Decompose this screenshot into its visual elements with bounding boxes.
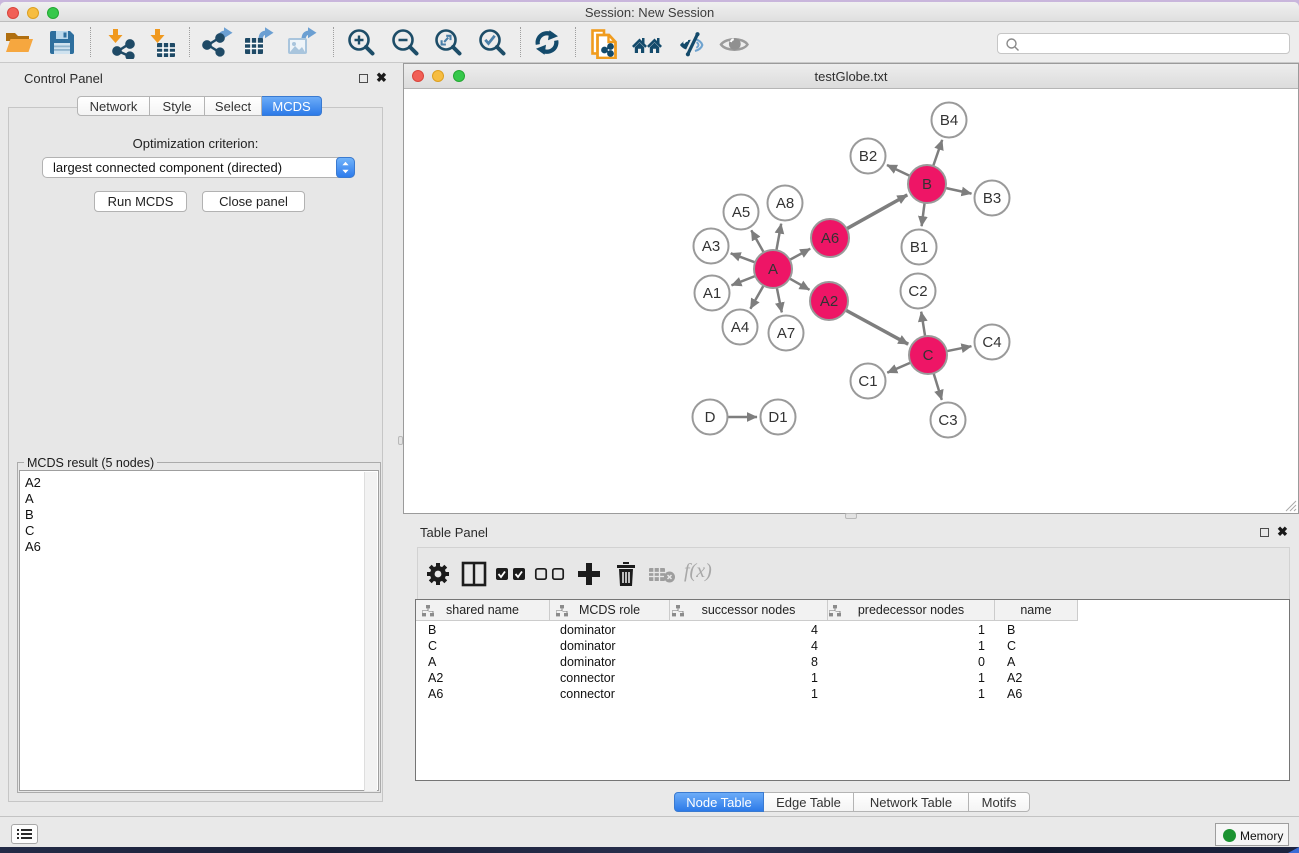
svg-text:A7: A7 (777, 325, 795, 342)
svg-text:A1: A1 (703, 285, 721, 302)
svg-text:C2: C2 (908, 283, 927, 300)
svg-text:C4: C4 (982, 334, 1001, 351)
svg-text:A5: A5 (732, 204, 750, 221)
svg-text:B3: B3 (983, 190, 1001, 207)
svg-text:A2: A2 (820, 293, 838, 310)
svg-text:B1: B1 (910, 239, 928, 256)
svg-text:A6: A6 (821, 230, 839, 247)
svg-text:A: A (768, 261, 778, 278)
svg-text:B4: B4 (940, 112, 958, 129)
svg-text:C1: C1 (858, 373, 877, 390)
svg-text:C3: C3 (938, 412, 957, 429)
svg-text:A3: A3 (702, 238, 720, 255)
svg-text:D1: D1 (768, 409, 787, 426)
svg-text:C: C (923, 347, 934, 364)
svg-text:A4: A4 (731, 319, 749, 336)
svg-text:D: D (705, 409, 716, 426)
svg-text:A8: A8 (776, 195, 794, 212)
svg-text:B: B (922, 176, 932, 193)
svg-text:B2: B2 (859, 148, 877, 165)
